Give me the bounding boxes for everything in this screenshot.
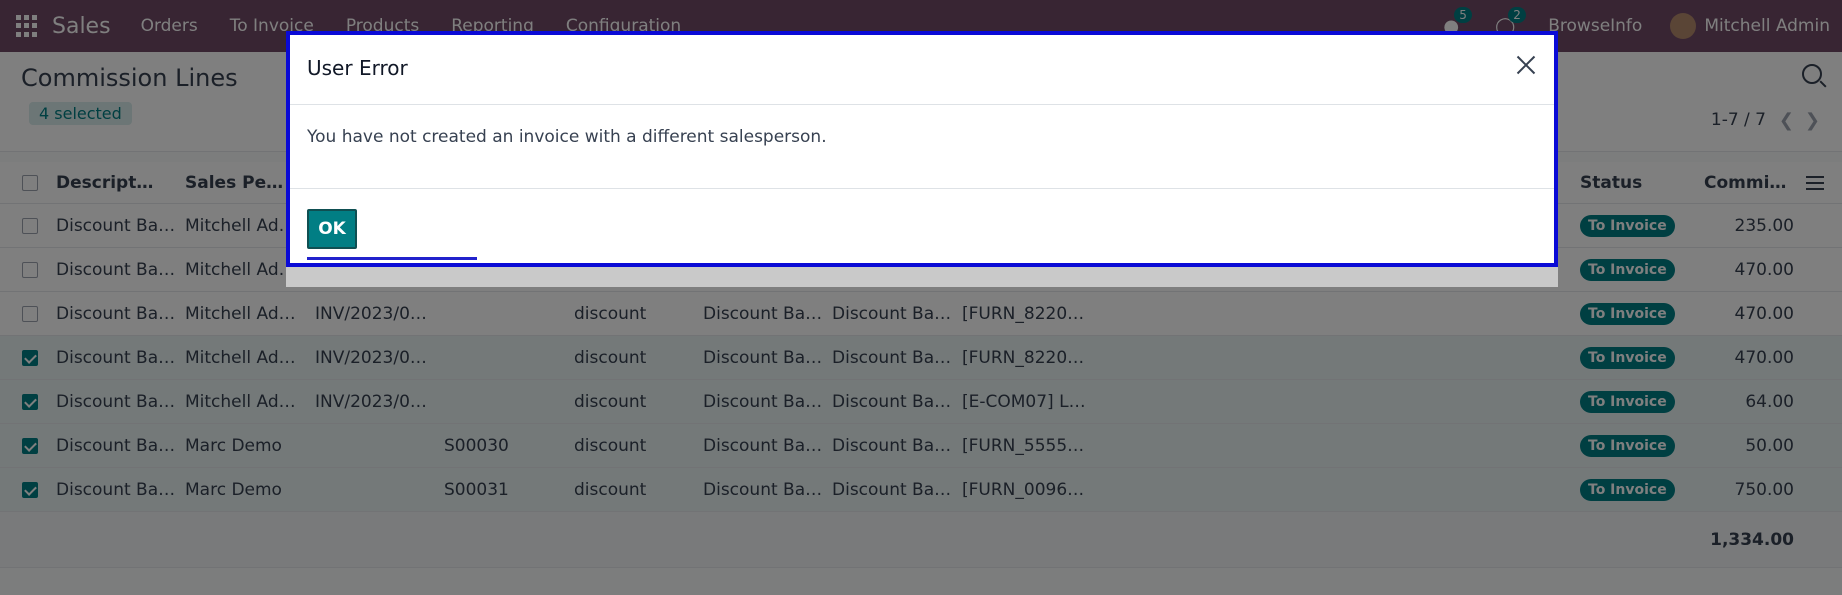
- dialog-header: User Error: [290, 35, 1554, 105]
- dialog-footer: OK: [290, 189, 1554, 263]
- error-message: You have not created an invoice with a d…: [307, 127, 827, 147]
- user-error-dialog: User Error You have not created an invoi…: [286, 31, 1558, 267]
- close-icon[interactable]: [1514, 53, 1538, 77]
- dialog-body: You have not created an invoice with a d…: [290, 105, 1554, 189]
- ok-button[interactable]: OK: [307, 209, 357, 249]
- dialog-title: User Error: [307, 56, 408, 80]
- focus-underline: [307, 257, 477, 260]
- modal-shadow-strip: [286, 267, 1558, 287]
